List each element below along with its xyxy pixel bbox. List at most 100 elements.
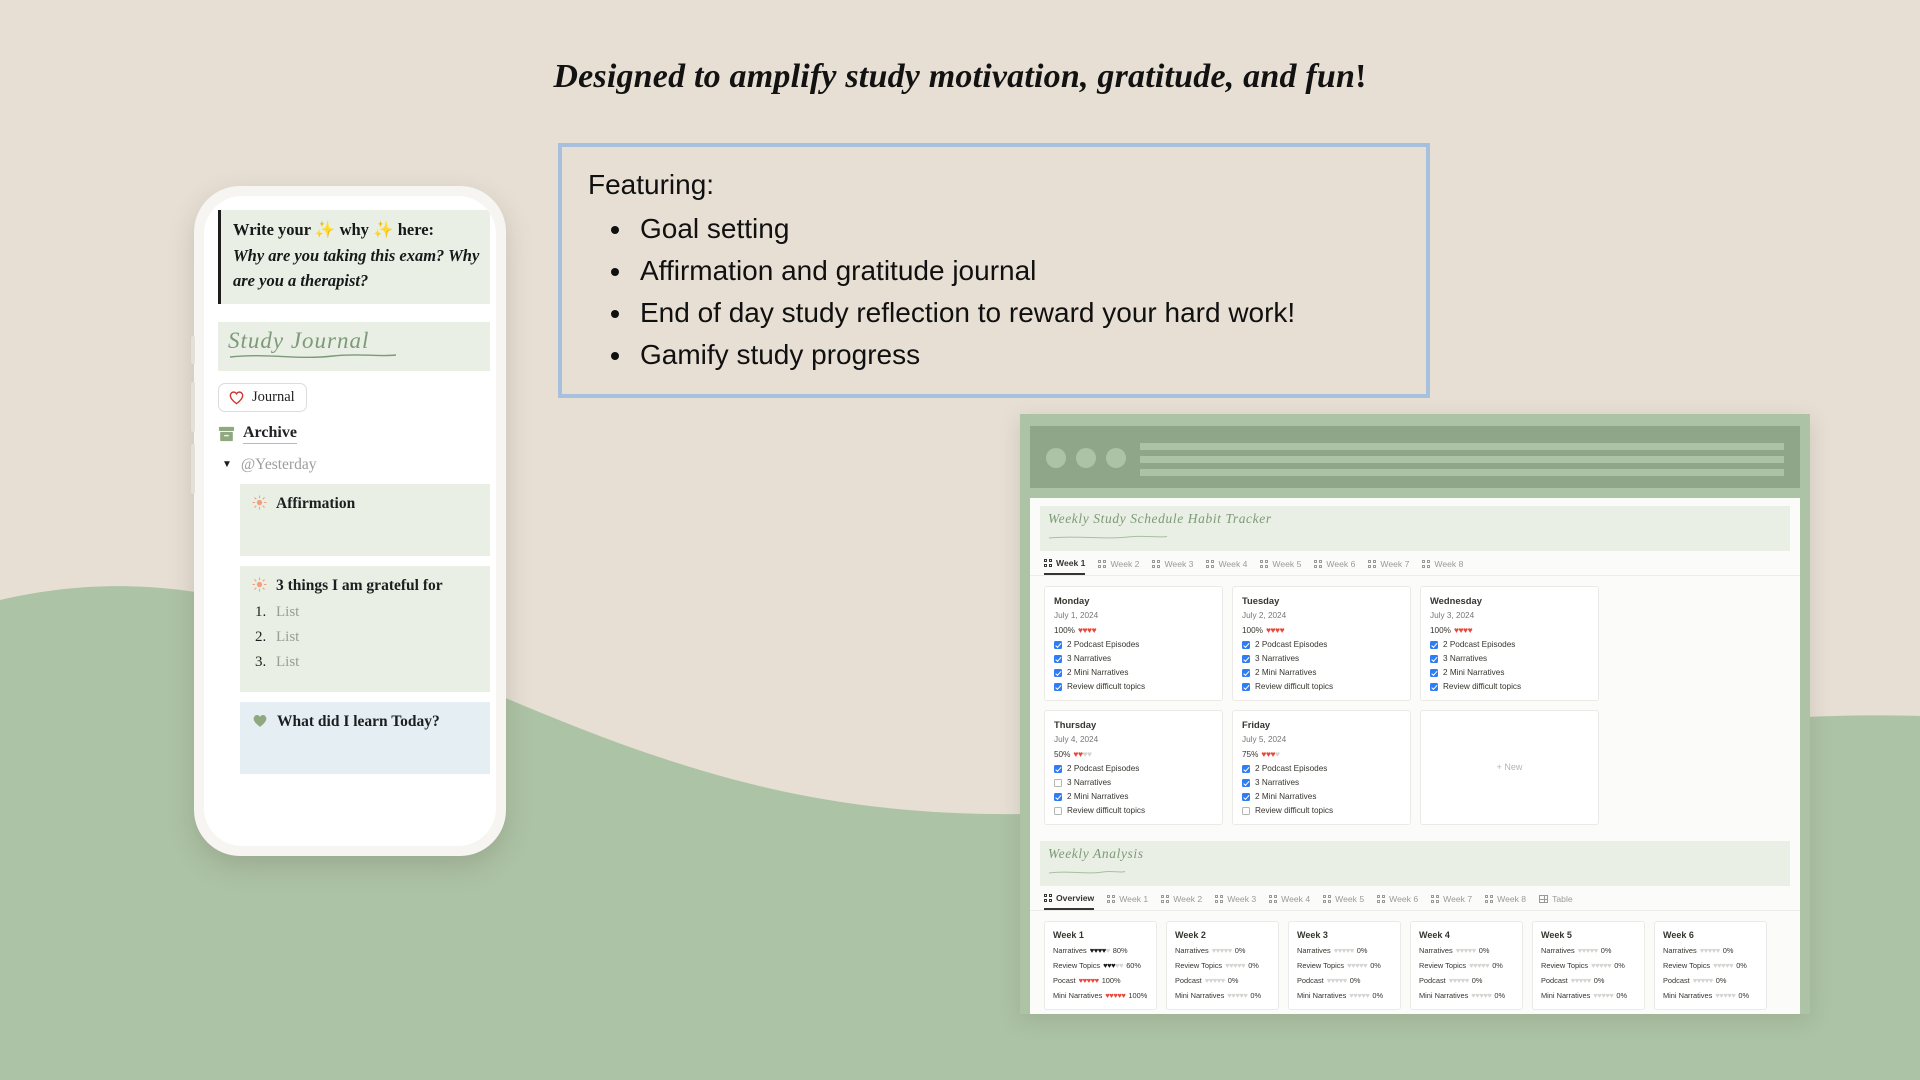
day-card[interactable]: Monday July 1, 2024 100% ♥♥♥♥ 2 Podcast Epis… — [1044, 586, 1223, 701]
tab-week-7[interactable]: Week 7 — [1368, 559, 1409, 574]
task-row[interactable]: 3 Narratives — [1054, 654, 1213, 663]
task-row[interactable]: Review difficult topics — [1430, 682, 1589, 691]
list-item[interactable]: List — [270, 654, 478, 671]
tab-week-3[interactable]: Week 3 — [1215, 894, 1256, 909]
tab-table[interactable]: Table — [1539, 894, 1573, 909]
day-card[interactable]: Tuesday July 2, 2024 100% ♥♥♥♥ 2 Podcast Epi… — [1232, 586, 1411, 701]
task-row[interactable]: 2 Podcast Episodes — [1430, 640, 1589, 649]
tab-week-5[interactable]: Week 5 — [1260, 559, 1301, 574]
task-checkbox[interactable] — [1054, 682, 1062, 691]
toolbar-placeholder — [1140, 456, 1784, 463]
archive-label: Archive — [243, 424, 297, 444]
task-checkbox[interactable] — [1242, 668, 1250, 677]
task-row[interactable]: 3 Narratives — [1054, 778, 1213, 787]
task-checkbox[interactable] — [1430, 654, 1438, 663]
journal-button[interactable]: Journal — [218, 382, 307, 412]
task-label: 3 Narratives — [1067, 654, 1112, 663]
window-maximize-dot[interactable] — [1106, 448, 1126, 468]
week-summary-card[interactable]: Week 5 Narratives ♥♥♥♥♥ 0% Review Topics ♥♥♥♥… — [1532, 921, 1645, 1010]
task-checkbox[interactable] — [1242, 682, 1250, 691]
task-row[interactable]: 3 Narratives — [1242, 778, 1401, 787]
task-row[interactable]: 2 Podcast Episodes — [1242, 764, 1401, 773]
tab-week-7[interactable]: Week 7 — [1431, 894, 1472, 909]
task-row[interactable]: 3 Narratives — [1430, 654, 1589, 663]
tab-label: Overview — [1056, 893, 1095, 903]
yesterday-label: @Yesterday — [240, 455, 317, 473]
task-checkbox[interactable] — [1054, 654, 1062, 663]
tab-week-2[interactable]: Week 2 — [1098, 559, 1139, 574]
tab-week-1[interactable]: Week 1 — [1107, 894, 1148, 909]
metric-label: Review Topics — [1541, 961, 1589, 970]
task-label: 2 Mini Narratives — [1443, 668, 1505, 677]
metric-label: Narratives — [1053, 946, 1087, 955]
task-row[interactable]: 2 Podcast Episodes — [1054, 640, 1213, 649]
task-checkbox[interactable] — [1054, 640, 1062, 649]
task-checkbox[interactable] — [1054, 764, 1062, 773]
tab-week-2[interactable]: Week 2 — [1161, 894, 1202, 909]
list-item[interactable]: List — [270, 604, 478, 621]
task-row[interactable]: 2 Podcast Episodes — [1054, 764, 1213, 773]
tab-week-4[interactable]: Week 4 — [1206, 559, 1247, 574]
task-row[interactable]: 2 Mini Narratives — [1242, 668, 1401, 677]
week-summary-card[interactable]: Week 2 Narratives ♥♥♥♥♥ 0% Review Topics ♥♥♥♥… — [1166, 921, 1279, 1010]
task-row[interactable]: 2 Mini Narratives — [1054, 668, 1213, 677]
tab-week-8[interactable]: Week 8 — [1485, 894, 1526, 909]
task-row[interactable]: 3 Narratives — [1242, 654, 1401, 663]
phone-screen: Write your ✨ why ✨ here: Why are you tak… — [204, 196, 496, 846]
tab-label: Week 5 — [1272, 559, 1302, 569]
window-minimize-dot[interactable] — [1076, 448, 1096, 468]
metric-percent: 0% — [1593, 976, 1605, 985]
task-checkbox[interactable] — [1430, 640, 1438, 649]
task-checkbox[interactable] — [1242, 640, 1250, 649]
day-percent: 100% — [1054, 625, 1075, 635]
task-row[interactable]: 2 Mini Narratives — [1054, 792, 1213, 801]
week-summary-card[interactable]: Week 1 Narratives ♥♥♥♥♥ 80% Review Topics ♥♥♥… — [1044, 921, 1157, 1010]
tab-week-1[interactable]: Week 1 — [1044, 558, 1086, 575]
tab-week-3[interactable]: Week 3 — [1152, 559, 1193, 574]
week-summary-card[interactable]: Week 6 Narratives ♥♥♥♥♥ 0% Review Topics ♥♥♥♥… — [1654, 921, 1767, 1010]
tab-overview[interactable]: Overview — [1044, 893, 1095, 910]
task-checkbox[interactable] — [1242, 792, 1250, 801]
metric-label: Podcast — [1175, 976, 1202, 985]
task-checkbox[interactable] — [1054, 778, 1062, 787]
list-item[interactable]: List — [270, 629, 478, 646]
task-checkbox[interactable] — [1242, 764, 1250, 773]
new-day-button[interactable]: + New — [1420, 710, 1599, 825]
tab-week-6[interactable]: Week 6 — [1377, 894, 1418, 909]
learn-today-card[interactable]: What did I learn Today? — [240, 702, 490, 775]
task-checkbox[interactable] — [1054, 792, 1062, 801]
task-checkbox[interactable] — [1242, 654, 1250, 663]
task-row[interactable]: Review difficult topics — [1242, 682, 1401, 691]
task-row[interactable]: 2 Podcast Episodes — [1242, 640, 1401, 649]
task-checkbox[interactable] — [1054, 806, 1062, 815]
affirmation-card[interactable]: Affirmation — [240, 483, 490, 556]
task-checkbox[interactable] — [1430, 682, 1438, 691]
task-row[interactable]: Review difficult topics — [1054, 682, 1213, 691]
task-checkbox[interactable] — [1242, 778, 1250, 787]
task-row[interactable]: 2 Mini Narratives — [1242, 792, 1401, 801]
archive-row[interactable]: Archive — [218, 424, 486, 444]
task-row[interactable]: Review difficult topics — [1242, 806, 1401, 815]
day-card[interactable]: Wednesday July 3, 2024 100% ♥♥♥♥ 2 Podcast E… — [1420, 586, 1599, 701]
tab-week-8[interactable]: Week 8 — [1422, 559, 1463, 574]
task-checkbox[interactable] — [1242, 806, 1250, 815]
gratitude-card[interactable]: 3 things I am grateful for List List Lis… — [240, 565, 490, 693]
task-row[interactable]: 2 Mini Narratives — [1430, 668, 1589, 677]
metric-percent: 0% — [1616, 991, 1628, 1000]
metric-row: Narratives ♥♥♥♥♥ 0% — [1175, 946, 1270, 955]
week-summary-card[interactable]: Week 4 Narratives ♥♥♥♥♥ 0% Review Topics ♥♥♥♥… — [1410, 921, 1523, 1010]
tab-week-5[interactable]: Week 5 — [1323, 894, 1364, 909]
metric-label: Narratives — [1419, 946, 1453, 955]
task-checkbox[interactable] — [1430, 668, 1438, 677]
tab-week-4[interactable]: Week 4 — [1269, 894, 1310, 909]
yesterday-group-row[interactable]: ▼ @Yesterday — [218, 456, 486, 474]
task-checkbox[interactable] — [1054, 668, 1062, 677]
week-summary-card[interactable]: Week 3 Narratives ♥♥♥♥♥ 0% Review Topics ♥♥♥♥… — [1288, 921, 1401, 1010]
weekly-analysis-header: Weekly Analysis — [1040, 841, 1790, 886]
task-label: Review difficult topics — [1255, 682, 1334, 691]
day-card[interactable]: Thursday July 4, 2024 50% ♥♥♥♥ 2 Podcast Epi… — [1044, 710, 1223, 825]
day-card[interactable]: Friday July 5, 2024 75% ♥♥♥♥ 2 Podcast Episo… — [1232, 710, 1411, 825]
task-row[interactable]: Review difficult topics — [1054, 806, 1213, 815]
tab-week-6[interactable]: Week 6 — [1314, 559, 1355, 574]
window-close-dot[interactable] — [1046, 448, 1066, 468]
